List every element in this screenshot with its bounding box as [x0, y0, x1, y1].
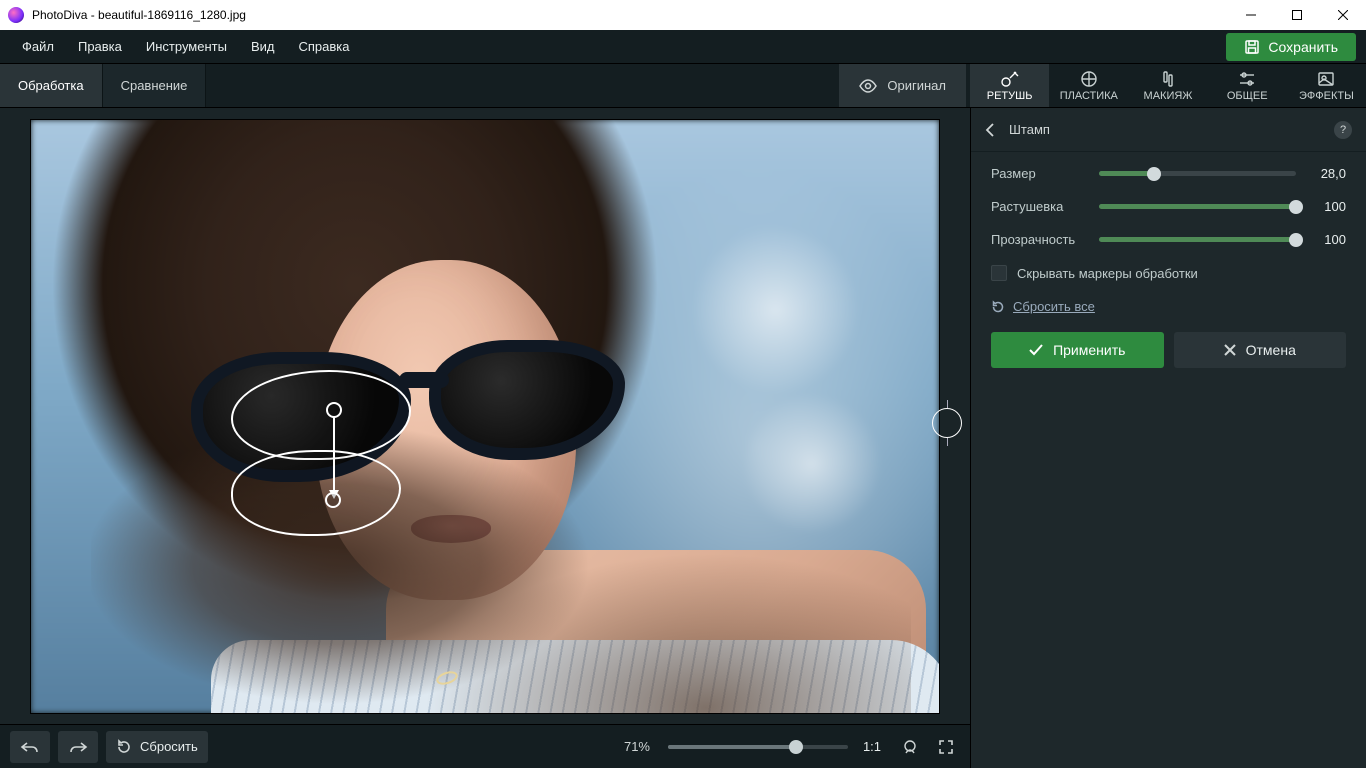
canvas-viewport[interactable]: [0, 108, 970, 724]
zoom-percent-label: 71%: [624, 739, 650, 754]
eye-icon: [859, 79, 877, 93]
brush-cursor-v: [947, 400, 948, 408]
photo-canvas[interactable]: [30, 119, 940, 714]
side-tab-makeup[interactable]: МАКИЯЖ: [1128, 64, 1207, 107]
hide-markers-checkbox[interactable]: Скрывать маркеры обработки: [991, 265, 1346, 281]
canvas-area: Сбросить 71% 1:1: [0, 108, 970, 768]
top-bar: Обработка Сравнение Оригинал РЕТУШЬ ПЛАС…: [0, 64, 1366, 108]
right-panel: Штамп ? Размер 28,0 Растушевка 100 Прозр…: [970, 108, 1366, 768]
effects-icon: [1316, 70, 1336, 88]
feather-slider[interactable]: [1099, 204, 1296, 209]
size-slider[interactable]: [1099, 171, 1296, 176]
side-tab-general[interactable]: ОБЩЕЕ: [1208, 64, 1287, 107]
side-tab-plastic-label: ПЛАСТИКА: [1060, 90, 1118, 102]
save-button[interactable]: Сохранить: [1226, 33, 1356, 61]
window-maximize-button[interactable]: [1274, 0, 1320, 30]
stamp-target-outline[interactable]: [231, 450, 401, 536]
side-tabs: РЕТУШЬ ПЛАСТИКА МАКИЯЖ ОБЩЕЕ ЭФФЕКТЫ: [970, 64, 1366, 107]
size-label: Размер: [991, 166, 1091, 181]
reset-all-icon: [991, 300, 1005, 314]
menu-edit[interactable]: Правка: [66, 33, 134, 60]
cancel-button-label: Отмена: [1246, 342, 1296, 358]
apply-button[interactable]: Применить: [991, 332, 1164, 368]
reset-all-link[interactable]: Сбросить все: [991, 299, 1346, 314]
tab-compare-label: Сравнение: [121, 78, 188, 93]
zoom-one-to-one-label: 1:1: [863, 739, 881, 754]
window-close-button[interactable]: [1320, 0, 1366, 30]
zoom-slider[interactable]: [668, 745, 848, 749]
feather-label: Растушевка: [991, 199, 1091, 214]
panel-back-button[interactable]: [985, 123, 995, 137]
stamp-connector-line: [333, 416, 335, 494]
feather-slider-row: Растушевка 100: [991, 199, 1346, 214]
window-minimize-button[interactable]: [1228, 0, 1274, 30]
side-tab-makeup-label: МАКИЯЖ: [1144, 90, 1193, 102]
show-original-label: Оригинал: [887, 78, 946, 93]
opacity-label: Прозрачность: [991, 232, 1091, 247]
fullscreen-button[interactable]: [932, 731, 960, 763]
plastic-icon: [1079, 70, 1099, 88]
redo-button[interactable]: [58, 731, 98, 763]
panel-title: Штамп: [1009, 122, 1320, 137]
side-tab-retouch-label: РЕТУШЬ: [987, 90, 1033, 102]
side-tab-general-label: ОБЩЕЕ: [1227, 90, 1268, 102]
menu-tools[interactable]: Инструменты: [134, 33, 239, 60]
show-original-button[interactable]: Оригинал: [839, 64, 966, 107]
size-slider-row: Размер 28,0: [991, 166, 1346, 181]
bottom-bar: Сбросить 71% 1:1: [0, 724, 970, 768]
save-icon: [1244, 39, 1260, 55]
opacity-slider-row: Прозрачность 100: [991, 232, 1346, 247]
menu-help[interactable]: Справка: [286, 33, 361, 60]
side-tab-effects[interactable]: ЭФФЕКТЫ: [1287, 64, 1366, 107]
tab-processing-label: Обработка: [18, 78, 84, 93]
close-icon: [1224, 344, 1236, 356]
hide-markers-label: Скрывать маркеры обработки: [1017, 266, 1198, 281]
photo-glasses-bridge: [399, 372, 449, 388]
fit-to-face-button[interactable]: [896, 731, 924, 763]
feather-value: 100: [1304, 199, 1346, 214]
reset-button-label: Сбросить: [140, 739, 198, 754]
stamp-source-handle[interactable]: [326, 402, 342, 418]
panel-help-button[interactable]: ?: [1334, 121, 1352, 139]
tab-processing[interactable]: Обработка: [0, 64, 103, 107]
retouch-icon: [1000, 70, 1020, 88]
panel-body: Размер 28,0 Растушевка 100 Прозрачность …: [971, 152, 1366, 382]
sliders-icon: [1237, 70, 1257, 88]
opacity-slider[interactable]: [1099, 237, 1296, 242]
photo-lens-right: [429, 340, 625, 460]
reset-icon: [116, 739, 132, 755]
window-title: PhotoDiva - beautiful-1869116_1280.jpg: [32, 8, 246, 22]
menu-view[interactable]: Вид: [239, 33, 287, 60]
menu-file[interactable]: Файл: [10, 33, 66, 60]
reset-button[interactable]: Сбросить: [106, 731, 208, 763]
apply-button-label: Применить: [1053, 342, 1125, 358]
check-icon: [1029, 344, 1043, 356]
cancel-button[interactable]: Отмена: [1174, 332, 1347, 368]
size-value: 28,0: [1304, 166, 1346, 181]
side-tab-plastic[interactable]: ПЛАСТИКА: [1049, 64, 1128, 107]
side-tab-effects-label: ЭФФЕКТЫ: [1299, 90, 1354, 102]
brush-cursor-icon: [932, 408, 962, 438]
stamp-target-handle[interactable]: [325, 492, 341, 508]
menu-bar: Файл Правка Инструменты Вид Справка Сохр…: [0, 30, 1366, 64]
panel-buttons: Применить Отмена: [991, 332, 1346, 368]
zoom-one-to-one-button[interactable]: 1:1: [856, 731, 888, 763]
main-area: Сбросить 71% 1:1 Штамп ? Размер: [0, 108, 1366, 768]
undo-button[interactable]: [10, 731, 50, 763]
reset-all-label: Сбросить все: [1013, 299, 1095, 314]
makeup-icon: [1158, 70, 1178, 88]
window-titlebar: PhotoDiva - beautiful-1869116_1280.jpg: [0, 0, 1366, 30]
panel-header: Штамп ?: [971, 108, 1366, 152]
save-button-label: Сохранить: [1268, 39, 1338, 55]
opacity-value: 100: [1304, 232, 1346, 247]
checkbox-box: [991, 265, 1007, 281]
tab-compare[interactable]: Сравнение: [103, 64, 207, 107]
side-tab-retouch[interactable]: РЕТУШЬ: [970, 64, 1049, 107]
app-icon: [8, 7, 24, 23]
brush-cursor-v2: [947, 438, 948, 446]
